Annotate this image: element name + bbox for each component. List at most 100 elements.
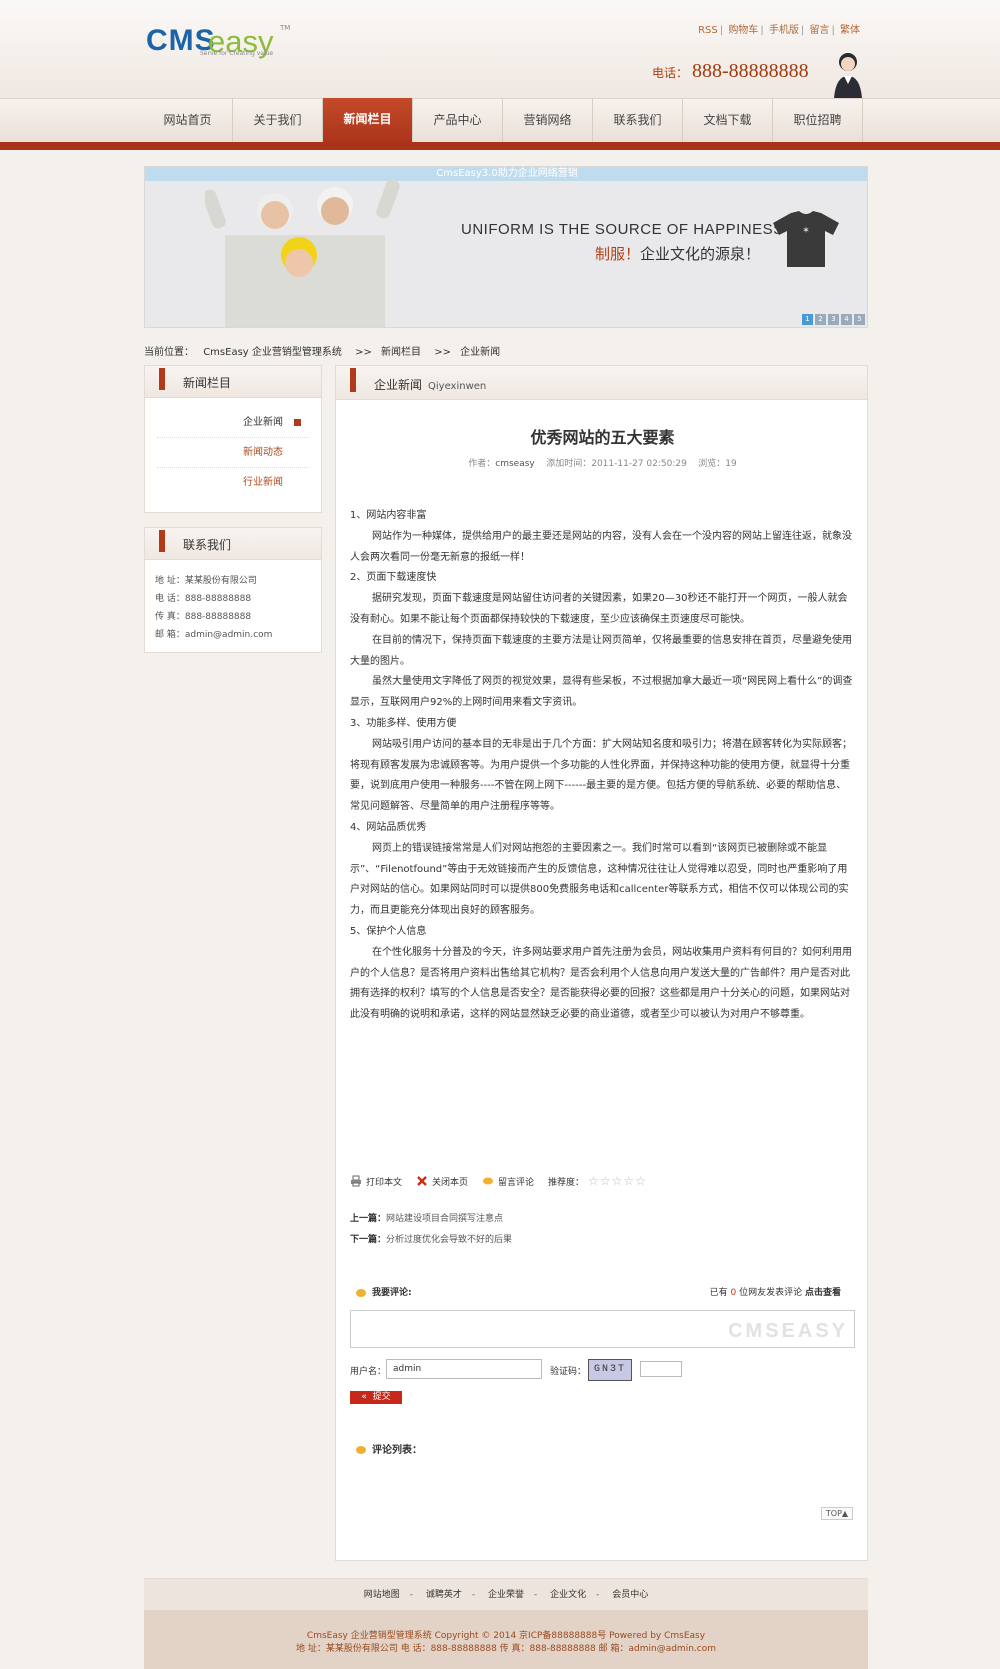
nav-about[interactable]: 关于我们 bbox=[233, 99, 323, 143]
print-label: 打印本文 bbox=[366, 1177, 403, 1188]
nav-contact[interactable]: 联系我们 bbox=[593, 99, 683, 143]
contact-address: 地 址：某某股份有限公司 bbox=[155, 576, 257, 586]
nav-products[interactable]: 产品中心 bbox=[413, 99, 503, 143]
comment-heading: 我要评论: bbox=[372, 1288, 412, 1298]
top-link-traditional[interactable]: 繁体 bbox=[840, 25, 860, 36]
top-link-rss[interactable]: RSS bbox=[698, 25, 718, 36]
captcha-input[interactable] bbox=[640, 1361, 682, 1377]
comment-count-prefix: 已有 bbox=[709, 1288, 728, 1298]
banner-dot-5[interactable]: 5 bbox=[854, 314, 865, 325]
nav-home[interactable]: 网站首页 bbox=[143, 99, 233, 143]
banner-dot-3[interactable]: 3 bbox=[828, 314, 839, 325]
breadcrumb-home[interactable]: CmsEasy 企业营销型管理系统 bbox=[203, 347, 342, 358]
star-icon[interactable]: ☆ bbox=[635, 1174, 646, 1188]
footer-link-members[interactable]: 会员中心 bbox=[612, 1590, 648, 1600]
nav-network[interactable]: 营销网络 bbox=[503, 99, 593, 143]
comment-count: 已有 0 位网友发表评论 点击查看 bbox=[710, 1285, 841, 1298]
nav-underline-bar bbox=[0, 142, 1000, 150]
comment-button[interactable]: 留言评论 bbox=[482, 1175, 534, 1188]
comment-textarea[interactable]: CMSEASY bbox=[350, 1310, 855, 1348]
sidebar-news-box: 新闻栏目 企业新闻 新闻动态 行业新闻 bbox=[144, 365, 322, 513]
tshirt-icon: ✶ bbox=[773, 211, 839, 267]
star-icon[interactable]: ☆ bbox=[612, 1174, 623, 1188]
footer-link-culture[interactable]: 企业文化 bbox=[550, 1590, 586, 1600]
footer-link-sitemap[interactable]: 网站地图 bbox=[364, 1590, 400, 1600]
submit-arrows: « bbox=[361, 1392, 367, 1402]
captcha-image[interactable]: GN3T bbox=[588, 1359, 632, 1381]
prev-label: 上一篇： bbox=[350, 1214, 387, 1224]
nav-downloads[interactable]: 文档下载 bbox=[683, 99, 773, 143]
close-page-button[interactable]: 关闭本页 bbox=[416, 1175, 468, 1188]
section-marker bbox=[159, 530, 165, 552]
top-link-guestbook[interactable]: 留言 bbox=[809, 25, 829, 36]
article-paragraph: 4、网站品质优秀 bbox=[350, 821, 427, 833]
footer-sep: - bbox=[409, 1590, 413, 1600]
top-link-cart[interactable]: 购物车 bbox=[728, 25, 758, 36]
comment-bubble-icon bbox=[483, 1177, 494, 1185]
meta-author: cmseasy bbox=[495, 459, 535, 469]
banner-dot-1[interactable]: 1 bbox=[802, 314, 813, 325]
prev-article-link[interactable]: 网站建设项目合同撰写注意点 bbox=[386, 1214, 503, 1224]
rating-stars: ☆ ☆ ☆ ☆ ☆ bbox=[588, 1174, 646, 1188]
sidebar-item-news-updates[interactable]: 新闻动态 bbox=[157, 438, 309, 468]
article-paragraph: 网页上的错误链接常常是人们对网站抱怨的主要因素之一。我们时常可以看到“该网页已被… bbox=[350, 842, 849, 917]
logo-tagline: Serve for Creating value bbox=[200, 50, 274, 57]
footer-sep: - bbox=[471, 1590, 476, 1600]
banner-pager: 1 2 3 4 5 bbox=[802, 314, 865, 325]
meta-views-label: 浏览： bbox=[698, 459, 726, 469]
comment-count-suffix: 位网友发表评论 bbox=[739, 1288, 803, 1298]
article-paragraph: 网站作为一种媒体，提供给用户的最主要还是网站的内容，没有人会在一个没内容的网站上… bbox=[350, 530, 852, 563]
sidebar-item-industry-news[interactable]: 行业新闻 bbox=[157, 468, 309, 498]
article-tools: 打印本文 关闭本页 留言评论 推荐度： ☆ ☆ ☆ ☆ ☆ bbox=[350, 1174, 660, 1188]
article-meta: 作者：cmseasy 添加时间：2011-11-27 02:50:29 浏览：1… bbox=[336, 456, 869, 469]
breadcrumb: 当前位置： CmsEasy 企业营销型管理系统 >> 新闻栏目 >> 企业新闻 bbox=[144, 343, 500, 358]
banner-slogan-en: UNIFORM IS THE SOURCE OF HAPPINESS bbox=[461, 221, 784, 238]
article-paragraph: 2、页面下载速度快 bbox=[350, 572, 437, 584]
section-title-text: 企业新闻 bbox=[374, 378, 423, 392]
star-icon[interactable]: ☆ bbox=[600, 1174, 611, 1188]
phone-label: 电话： bbox=[652, 66, 689, 80]
logo-trademark: TM bbox=[280, 24, 291, 32]
main-nav: 网站首页 关于我们 新闻栏目 产品中心 营销网络 联系我们 文档下载 职位招聘 bbox=[0, 98, 1000, 148]
view-comments-link[interactable]: 点击查看 bbox=[805, 1288, 841, 1298]
sidebar-news-header: 新闻栏目 bbox=[145, 366, 321, 398]
site-logo[interactable]: CMS easy TM Serve for Creating value bbox=[146, 24, 296, 64]
comment-label: 留言评论 bbox=[498, 1177, 535, 1188]
footer-copy-line2: 地 址：某某股份有限公司 电 话：888-88888888 传 真：888-88… bbox=[296, 1644, 716, 1654]
star-icon[interactable]: ☆ bbox=[588, 1174, 599, 1188]
breadcrumb-sep: >> bbox=[355, 347, 372, 358]
breadcrumb-sep: >> bbox=[434, 347, 451, 358]
phone-number: 888-88888888 bbox=[692, 60, 809, 82]
username-input[interactable]: admin bbox=[386, 1359, 542, 1379]
banner-dot-2[interactable]: 2 bbox=[815, 314, 826, 325]
footer-links: 网站地图 - 诚聘英才 - 企业荣誉 - 企业文化 - 会员中心 bbox=[144, 1578, 868, 1610]
meta-author-label: 作者： bbox=[468, 459, 496, 469]
submit-comment-button[interactable]: « 提交 bbox=[350, 1391, 402, 1404]
submit-label: 提交 bbox=[372, 1392, 391, 1402]
comment-count-value: 0 bbox=[730, 1288, 737, 1298]
footer-sep: - bbox=[534, 1590, 538, 1600]
footer-link-careers[interactable]: 诚聘英才 bbox=[426, 1590, 462, 1600]
top-link-mobile[interactable]: 手机版 bbox=[769, 25, 799, 36]
rating: 推荐度： ☆ ☆ ☆ ☆ ☆ bbox=[548, 1174, 646, 1188]
article-paragraph: 3、功能多样、使用方便 bbox=[350, 717, 457, 729]
nav-jobs[interactable]: 职位招聘 bbox=[773, 99, 863, 143]
banner-dot-4[interactable]: 4 bbox=[841, 314, 852, 325]
footer-link-honors[interactable]: 企业荣誉 bbox=[488, 1590, 524, 1600]
meta-time: 2011-11-27 02:50:29 bbox=[591, 459, 687, 469]
star-icon[interactable]: ☆ bbox=[623, 1174, 634, 1188]
article-title: 优秀网站的五大要素 bbox=[530, 428, 675, 447]
hero-banner[interactable]: CmsEasy3.0助力企业网络营销 UNIFORM IS THE SOURCE… bbox=[144, 166, 868, 328]
active-marker bbox=[294, 419, 301, 426]
back-to-top-button[interactable]: TOP▲ bbox=[821, 1507, 853, 1520]
next-article-link[interactable]: 分析过度优化会导致不好的后果 bbox=[386, 1235, 512, 1245]
breadcrumb-news[interactable]: 新闻栏目 bbox=[381, 347, 421, 358]
section-marker bbox=[159, 368, 165, 390]
sidebar-item-company-news[interactable]: 企业新闻 bbox=[157, 408, 309, 438]
banner-slogan-highlight: 制服！ bbox=[595, 245, 641, 263]
sidebar-item-label: 企业新闻 bbox=[243, 417, 283, 428]
sidebar-news-title: 新闻栏目 bbox=[183, 376, 232, 390]
breadcrumb-current[interactable]: 企业新闻 bbox=[460, 347, 500, 358]
nav-news[interactable]: 新闻栏目 bbox=[323, 98, 413, 148]
print-button[interactable]: 打印本文 bbox=[350, 1175, 402, 1188]
